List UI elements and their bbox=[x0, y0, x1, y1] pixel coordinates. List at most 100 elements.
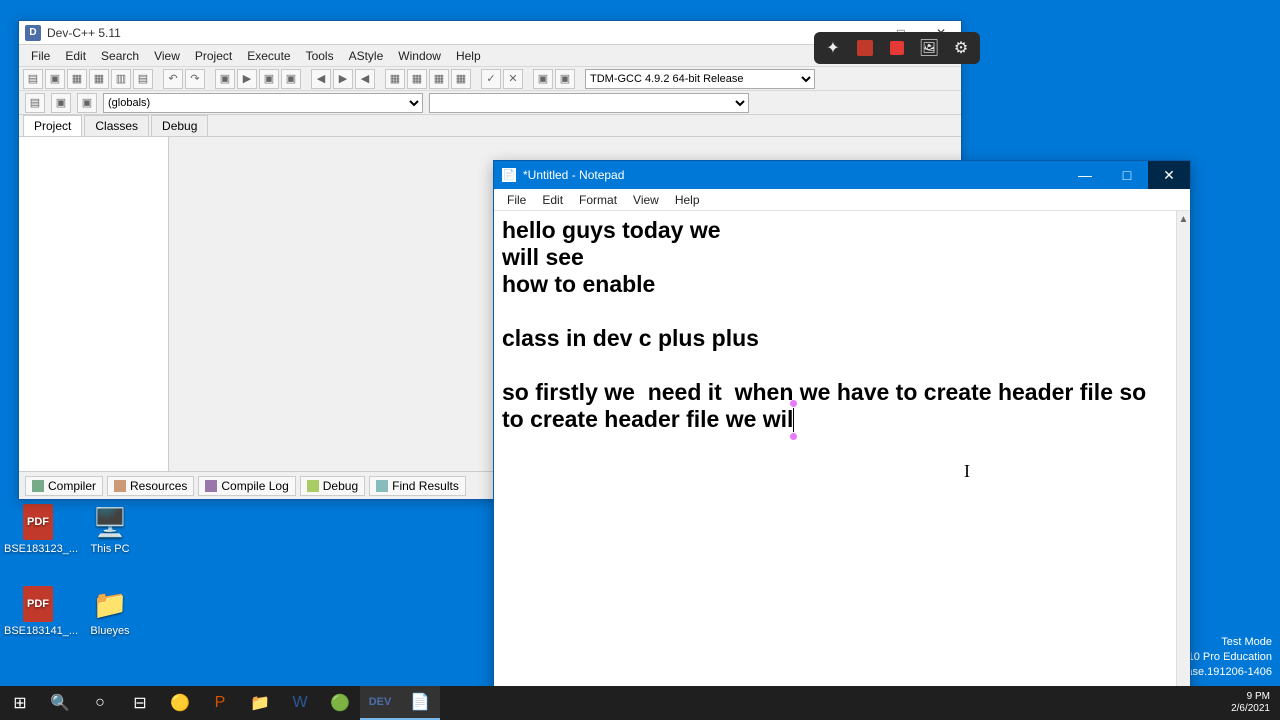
screen-recorder-toolbar[interactable]: ✦ 🖼 ⚙ bbox=[814, 32, 980, 64]
debug-button[interactable]: ◀ bbox=[311, 69, 331, 89]
menu-help[interactable]: Help bbox=[668, 191, 707, 209]
stop-button[interactable]: ▶ bbox=[333, 69, 353, 89]
menu-tools[interactable]: Tools bbox=[300, 47, 340, 65]
notepad-window[interactable]: 📄 *Untitled - Notepad — □ ✕ File Edit Fo… bbox=[493, 160, 1191, 708]
redo-button[interactable]: ↷ bbox=[185, 69, 205, 89]
desktop-icon-blueyes[interactable]: 📁 Blueyes bbox=[76, 586, 144, 637]
tab-find-results[interactable]: Find Results bbox=[369, 476, 466, 496]
tab-compiler[interactable]: Compiler bbox=[25, 476, 103, 496]
start-button[interactable]: ⊞ bbox=[0, 686, 40, 720]
menu-help[interactable]: Help bbox=[450, 47, 487, 65]
chrome2-icon[interactable]: 🟢 bbox=[320, 686, 360, 720]
print-button[interactable]: ▤ bbox=[133, 69, 153, 89]
tab-project[interactable]: Project bbox=[23, 115, 82, 136]
star-icon[interactable]: ✦ bbox=[822, 37, 844, 59]
close-button[interactable]: ✕ bbox=[1148, 161, 1190, 189]
notepad-task-icon[interactable]: 📄 bbox=[400, 686, 440, 720]
system-tray[interactable]: 9 PM 2/6/2021 bbox=[1221, 691, 1280, 715]
goto-button[interactable]: ▣ bbox=[533, 69, 553, 89]
search-button[interactable]: 🔍 bbox=[40, 686, 80, 720]
left-panel-tabs: Project Classes Debug bbox=[19, 115, 961, 137]
check-button[interactable]: ✓ bbox=[481, 69, 501, 89]
save-button[interactable]: ▦ bbox=[67, 69, 87, 89]
compile-run-button[interactable]: ▣ bbox=[259, 69, 279, 89]
cancel-button[interactable]: ✕ bbox=[503, 69, 523, 89]
grid-button[interactable]: ▦ bbox=[385, 69, 405, 89]
text-caret bbox=[793, 408, 794, 432]
notepad-titlebar[interactable]: 📄 *Untitled - Notepad — □ ✕ bbox=[494, 161, 1190, 189]
undo-button[interactable]: ↶ bbox=[163, 69, 183, 89]
menu-search[interactable]: Search bbox=[95, 47, 145, 65]
tab-debug[interactable]: Debug bbox=[151, 115, 208, 136]
chrome-icon[interactable]: 🟡 bbox=[160, 686, 200, 720]
close-file-button[interactable]: ▥ bbox=[111, 69, 131, 89]
desktop-icon-pdf1[interactable]: PDF BSE183123_... bbox=[4, 504, 72, 555]
menu-view[interactable]: View bbox=[626, 191, 666, 209]
notepad-scrollbar[interactable]: ▲ bbox=[1176, 211, 1190, 707]
menu-execute[interactable]: Execute bbox=[241, 47, 296, 65]
save-all-button[interactable]: ▦ bbox=[89, 69, 109, 89]
resources-icon bbox=[114, 480, 126, 492]
grid2-button[interactable]: ▦ bbox=[407, 69, 427, 89]
desktop-icon-pdf2[interactable]: PDF BSE183141_... bbox=[4, 586, 72, 637]
desktop-icon-this-pc[interactable]: 🖥️ This PC bbox=[76, 504, 144, 555]
menu-view[interactable]: View bbox=[148, 47, 186, 65]
grid3-button[interactable]: ▦ bbox=[429, 69, 449, 89]
menu-project[interactable]: Project bbox=[189, 47, 238, 65]
new-file-button[interactable]: ▤ bbox=[23, 69, 43, 89]
members-combo[interactable] bbox=[429, 93, 749, 113]
scroll-up-icon[interactable]: ▲ bbox=[1177, 211, 1190, 227]
cortana-button[interactable]: ○ bbox=[80, 686, 120, 720]
tab-compile-log[interactable]: Compile Log bbox=[198, 476, 295, 496]
rebuild-button[interactable]: ▣ bbox=[281, 69, 301, 89]
goto2-button[interactable]: ▣ bbox=[555, 69, 575, 89]
notepad-title: *Untitled - Notepad bbox=[523, 168, 624, 182]
windows-taskbar[interactable]: ⊞ 🔍 ○ ⊟ 🟡 P 📁 W 🟢 DEV 📄 9 PM 2/6/2021 bbox=[0, 686, 1280, 720]
grid4-button[interactable]: ▦ bbox=[451, 69, 471, 89]
minimize-button[interactable]: — bbox=[1064, 161, 1106, 189]
tab-resources[interactable]: Resources bbox=[107, 476, 194, 496]
tab-debug-bottom[interactable]: Debug bbox=[300, 476, 365, 496]
tab-classes[interactable]: Classes bbox=[84, 115, 149, 136]
maximize-button[interactable]: □ bbox=[1106, 161, 1148, 189]
menu-format[interactable]: Format bbox=[572, 191, 624, 209]
menu-edit[interactable]: Edit bbox=[59, 47, 92, 65]
menu-file[interactable]: File bbox=[25, 47, 56, 65]
compile-button[interactable]: ▣ bbox=[215, 69, 235, 89]
open-button[interactable]: ▣ bbox=[45, 69, 65, 89]
notepad-text: hello guys today we will see how to enab… bbox=[502, 217, 1146, 432]
find-icon bbox=[376, 480, 388, 492]
word-icon[interactable]: W bbox=[280, 686, 320, 720]
pdf-icon: PDF bbox=[23, 586, 53, 622]
project-tree[interactable] bbox=[19, 137, 169, 471]
gear-icon[interactable]: ⚙ bbox=[950, 37, 972, 59]
record-icon[interactable] bbox=[886, 37, 908, 59]
notepad-textarea[interactable]: hello guys today we will see how to enab… bbox=[494, 211, 1176, 707]
devcpp-toolbar2: ▤ ▣ ▣ (globals) bbox=[19, 91, 961, 115]
menu-file[interactable]: File bbox=[500, 191, 533, 209]
task-view-button[interactable]: ⊟ bbox=[120, 686, 160, 720]
menu-window[interactable]: Window bbox=[392, 47, 447, 65]
menu-edit[interactable]: Edit bbox=[535, 191, 570, 209]
compiler-combo[interactable]: TDM-GCC 4.9.2 64-bit Release bbox=[585, 69, 815, 89]
log-icon bbox=[205, 480, 217, 492]
fwd-button[interactable]: ▣ bbox=[51, 93, 71, 113]
clock-date: 2/6/2021 bbox=[1231, 703, 1270, 715]
picture-icon[interactable]: 🖼 bbox=[918, 37, 940, 59]
camera-icon[interactable] bbox=[854, 37, 876, 59]
bookmark-button[interactable]: ▣ bbox=[77, 93, 97, 113]
notepad-menubar: File Edit Format View Help bbox=[494, 189, 1190, 211]
devcpp-title: Dev-C++ 5.11 bbox=[47, 26, 121, 40]
run-button[interactable]: ▶ bbox=[237, 69, 257, 89]
file-explorer-icon[interactable]: 📁 bbox=[240, 686, 280, 720]
folder-icon: 📁 bbox=[92, 586, 128, 622]
profile-button[interactable]: ◀ bbox=[355, 69, 375, 89]
pdf-icon: PDF bbox=[23, 504, 53, 540]
debug-icon bbox=[307, 480, 319, 492]
compiler-icon bbox=[32, 480, 44, 492]
back-button[interactable]: ▤ bbox=[25, 93, 45, 113]
powerpoint-icon[interactable]: P bbox=[200, 686, 240, 720]
globals-combo[interactable]: (globals) bbox=[103, 93, 423, 113]
menu-astyle[interactable]: AStyle bbox=[343, 47, 390, 65]
devcpp-task-icon[interactable]: DEV bbox=[360, 686, 400, 720]
